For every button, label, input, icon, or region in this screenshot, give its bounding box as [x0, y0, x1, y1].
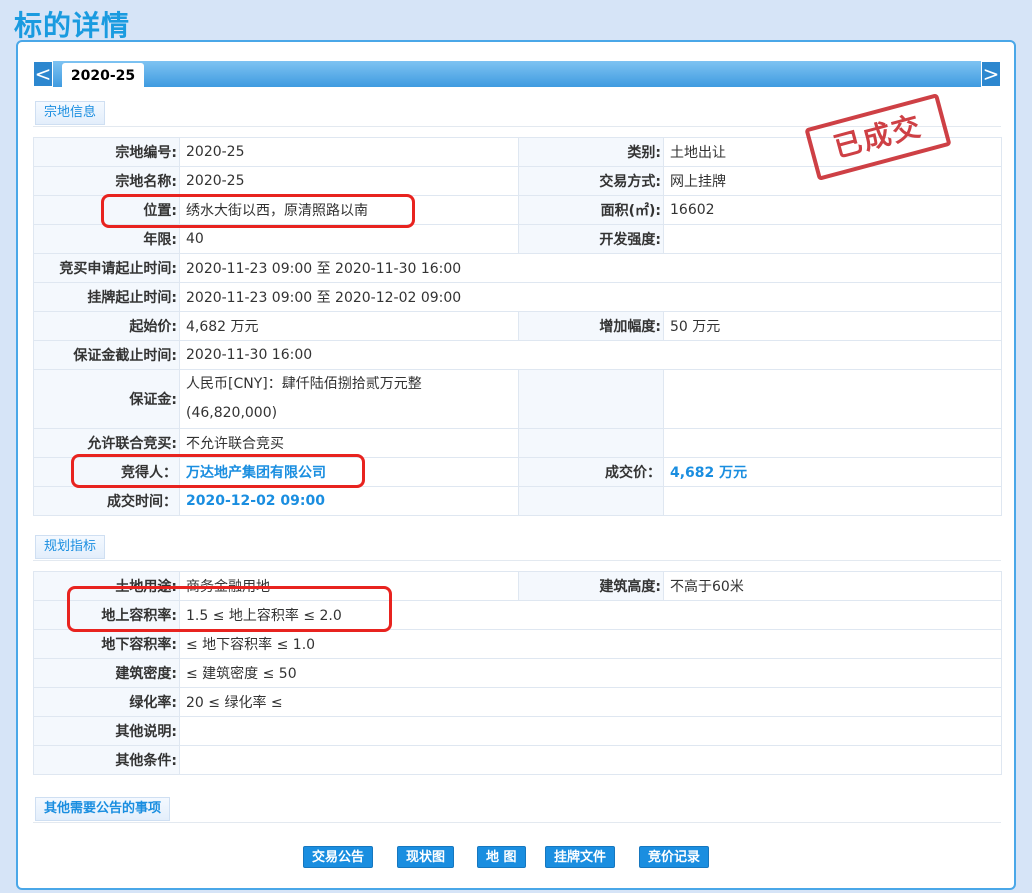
other-cond-label: 其他条件:: [33, 745, 180, 775]
empty-value: [663, 369, 1002, 429]
parcel-code-value: 2020-25: [179, 137, 519, 167]
area-value: 16602: [663, 195, 1002, 225]
empty-label: [518, 369, 664, 429]
empty-value: [663, 486, 1002, 516]
listing-period-label: 挂牌起止时间:: [33, 282, 180, 312]
section-planning-indicators: 规划指标: [35, 535, 106, 559]
page-title: 标的详情: [14, 9, 131, 42]
deposit-amount-text: 人民币[CNY]：肆仟陆佰捌拾贰万元整: [186, 376, 422, 392]
parcel-code-label: 宗地编号:: [33, 137, 180, 167]
annotation-box-winner: [71, 454, 365, 488]
tab-2020-25[interactable]: 2020-25: [62, 63, 144, 87]
table-row: 保证金截止时间: 2020-11-30 16:00: [33, 340, 1002, 370]
other-cond-value: [179, 745, 1002, 775]
tab-bar: < 2020-25 >: [33, 61, 1001, 87]
table-row: 绿化率: 20 ≤ 绿化率 ≤: [33, 687, 1002, 717]
table-row: 成交时间： 2020-12-02 09:00: [33, 486, 1002, 516]
table-row: 起始价: 4,682 万元 增加幅度: 50 万元: [33, 311, 1002, 341]
height-label: 建筑高度:: [518, 571, 664, 601]
table-row: 年限: 40 开发强度:: [33, 224, 1002, 254]
empty-value: [663, 428, 1002, 458]
trade-notice-button[interactable]: 交易公告: [303, 846, 374, 868]
apply-period-label: 竞买申请起止时间:: [33, 253, 180, 283]
section-divider: [33, 560, 1001, 561]
deal-price-label: 成交价：: [518, 457, 664, 487]
parcel-name-label: 宗地名称:: [33, 166, 180, 196]
density-label: 建筑密度:: [33, 658, 180, 688]
table-row: 竞买申请起止时间: 2020-11-23 09:00 至 2020-11-30 …: [33, 253, 1002, 283]
area-label: 面积(㎡):: [518, 195, 664, 225]
section-other-notices: 其他需要公告的事项: [35, 797, 171, 821]
bid-record-button[interactable]: 竞价记录: [639, 846, 710, 868]
height-value: 不高于60米: [663, 571, 1002, 601]
annotation-box-far: [67, 586, 392, 632]
other-note-label: 其他说明:: [33, 716, 180, 746]
green-ratio-value: 20 ≤ 绿化率 ≤: [179, 687, 1002, 717]
density-value: ≤ 建筑密度 ≤ 50: [179, 658, 1002, 688]
deposit-deadline-value: 2020-11-30 16:00: [179, 340, 1002, 370]
table-row: 地下容积率: ≤ 地下容积率 ≤ 1.0: [33, 629, 1002, 659]
green-ratio-label: 绿化率:: [33, 687, 180, 717]
table-row: 宗地名称: 2020-25 交易方式: 网上挂牌: [33, 166, 1002, 196]
start-price-label: 起始价:: [33, 311, 180, 341]
deposit-value: 人民币[CNY]：肆仟陆佰捌拾贰万元整 (46,820,000): [179, 369, 519, 429]
dev-intensity-label: 开发强度:: [518, 224, 664, 254]
term-value: 40: [179, 224, 519, 254]
parcel-name-value: 2020-25: [179, 166, 519, 196]
table-row: 其他说明:: [33, 716, 1002, 746]
status-map-button[interactable]: 现状图: [397, 846, 455, 868]
section-parcel-info: 宗地信息: [35, 101, 106, 125]
annotation-box-location: [101, 194, 415, 228]
listing-docs-button[interactable]: 挂牌文件: [545, 846, 616, 868]
far-below-value: ≤ 地下容积率 ≤ 1.0: [179, 629, 1002, 659]
term-label: 年限:: [33, 224, 180, 254]
detail-panel: < 2020-25 > 宗地信息 宗地编号: 2020-25 类别: 土地出让 …: [16, 40, 1016, 890]
table-row: 保证金: 人民币[CNY]：肆仟陆佰捌拾贰万元整 (46,820,000): [33, 369, 1002, 429]
deal-time-label: 成交时间：: [33, 486, 180, 516]
category-label: 类别:: [518, 137, 664, 167]
increment-label: 增加幅度:: [518, 311, 664, 341]
prev-tab-arrow-icon[interactable]: <: [33, 61, 53, 87]
start-price-value: 4,682 万元: [179, 311, 519, 341]
deal-time-value: 2020-12-02 09:00: [179, 486, 519, 516]
apply-period-value: 2020-11-23 09:00 至 2020-11-30 16:00: [179, 253, 1002, 283]
empty-label: [518, 428, 664, 458]
deposit-label: 保证金:: [33, 369, 180, 429]
table-row: 挂牌起止时间: 2020-11-23 09:00 至 2020-12-02 09…: [33, 282, 1002, 312]
map-button[interactable]: 地 图: [477, 846, 526, 868]
deposit-deadline-label: 保证金截止时间:: [33, 340, 180, 370]
next-tab-arrow-icon[interactable]: >: [981, 61, 1001, 87]
listing-period-value: 2020-11-23 09:00 至 2020-12-02 09:00: [179, 282, 1002, 312]
deposit-amount-number: (46,820,000): [186, 405, 278, 421]
dev-intensity-value: [663, 224, 1002, 254]
section-divider: [33, 822, 1001, 823]
table-row: 建筑密度: ≤ 建筑密度 ≤ 50: [33, 658, 1002, 688]
deal-price-value: 4,682 万元: [663, 457, 1002, 487]
trade-mode-label: 交易方式:: [518, 166, 664, 196]
empty-label: [518, 486, 664, 516]
far-below-label: 地下容积率:: [33, 629, 180, 659]
increment-value: 50 万元: [663, 311, 1002, 341]
table-row: 其他条件:: [33, 745, 1002, 775]
other-note-value: [179, 716, 1002, 746]
